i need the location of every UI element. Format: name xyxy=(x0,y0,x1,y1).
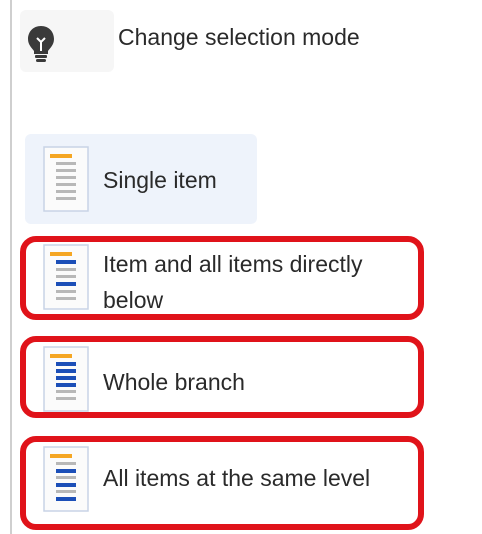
dialog-header: Change selection mode xyxy=(20,10,460,74)
left-divider xyxy=(10,0,12,534)
mode-whole-branch[interactable]: Whole branch xyxy=(25,336,425,426)
mode-same-level[interactable]: All items at the same level xyxy=(25,436,425,526)
lightbulb-icon xyxy=(28,26,54,62)
mode-label-line-1: Item and all items directly xyxy=(103,251,363,277)
mode-item-and-children[interactable]: Item and all items directly below xyxy=(25,234,425,324)
single-item-icon xyxy=(43,146,89,212)
mode-label: All items at the same level xyxy=(103,465,371,491)
dialog-title: Change selection mode xyxy=(118,24,360,50)
mode-label: Single item xyxy=(103,167,217,193)
item-and-children-icon xyxy=(43,244,89,310)
same-level-icon xyxy=(43,446,89,512)
mode-label: Whole branch xyxy=(103,369,245,395)
mode-label-line-2: below xyxy=(103,287,164,313)
whole-branch-icon xyxy=(43,346,89,412)
mode-single-item[interactable]: Single item xyxy=(25,134,257,224)
